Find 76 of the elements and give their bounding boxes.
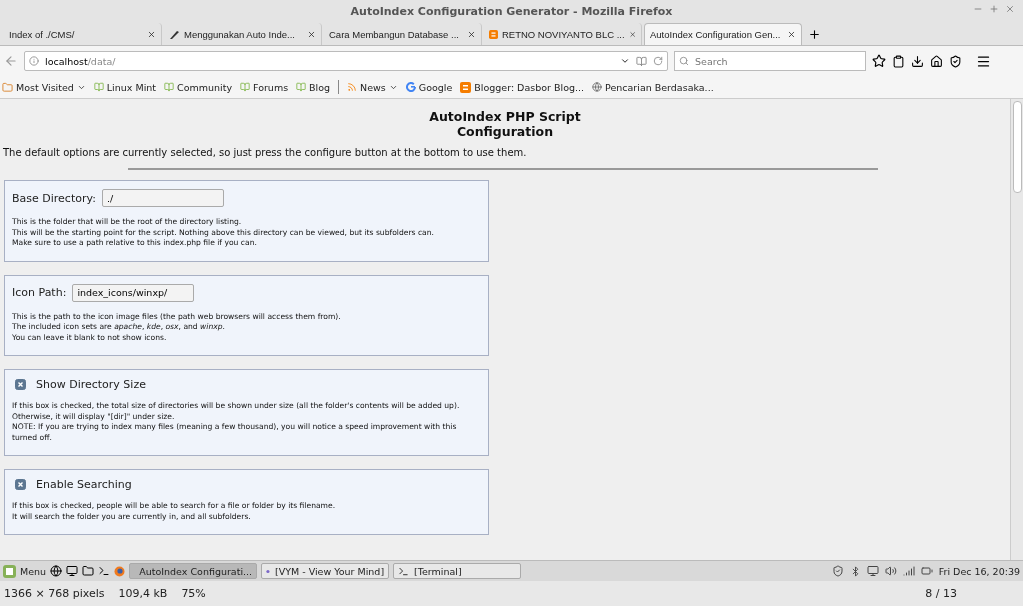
close-icon[interactable] [1005,4,1015,14]
text-field[interactable]: ./ [101,189,224,207]
new-tab-icon[interactable] [808,28,821,41]
menu-button[interactable]: Menu [20,565,47,577]
blogger-icon [489,28,498,40]
bookmark-item[interactable]: Forums [240,81,289,93]
scrollbar-thumb[interactable] [1012,101,1022,193]
clipboard-icon[interactable] [892,54,905,68]
dimensions-text: 1366 × 768 pixels [4,587,105,600]
shield-icon [831,565,844,577]
battery-icon [920,565,933,577]
clock-text: Fri Dec 16, 20:39 [938,565,1020,577]
bookmark-item[interactable]: Google [405,81,453,93]
checkbox[interactable] [15,479,26,490]
zoom-text: 75% [181,587,206,600]
taskbar-window[interactable]: AutoIndex Configurati... [129,563,258,579]
blogger-icon [460,81,472,93]
folder-icon [2,81,13,93]
dropdown-icon[interactable] [620,56,630,66]
g-logo-icon [405,82,416,92]
close-icon[interactable] [307,29,316,39]
menu-icon[interactable] [976,53,991,69]
checkbox-label: Enable Searching [36,478,132,491]
bookmark-item[interactable]: Linux Mint [93,81,157,93]
text-field[interactable]: index_icons/winxp/ [72,283,195,302]
browser-tab[interactable]: Index of ./CMS/ [4,23,162,45]
page-icon [93,82,104,92]
firefox-icon [114,565,126,577]
pen-icon [169,28,180,40]
bookmark-item[interactable]: Blogger: Dasbor Blog... [460,81,585,93]
taskbar-window[interactable]: [VYM - View Your Mind] [261,563,390,579]
search-field[interactable]: Search [674,51,866,71]
close-icon[interactable] [787,30,796,39]
monitor-icon [866,565,879,577]
reader-icon[interactable] [636,55,647,67]
terminal-icon[interactable] [98,565,111,577]
volume-icon [884,565,897,577]
url-text: localhost/data/ [45,55,117,67]
taskbar-window[interactable]: [Terminal] [393,563,522,579]
page-icon [296,82,307,92]
counter-text: 8 / 13 [925,587,957,600]
browser-tab[interactable]: Cara Membangun Database ... [324,23,482,45]
feed-icon [347,82,358,92]
close-icon[interactable] [628,29,636,39]
page-icon [240,82,250,92]
address-field[interactable]: localhost/data/ [24,51,668,71]
bookmark-item[interactable]: Community [164,81,232,93]
globe-icon[interactable] [50,565,63,577]
checkbox[interactable] [15,379,26,390]
info-icon [29,56,39,66]
search-icon [679,56,689,66]
page-heading: AutoIndex PHP Script Configuration [428,109,582,139]
field-label: Base Directory: [12,191,96,205]
home-icon[interactable] [930,54,943,68]
checkbox-label: Show Directory Size [36,378,146,391]
bookmark-item[interactable]: Blog [296,81,331,93]
close-icon[interactable] [467,29,476,39]
field-label: Icon Path: [12,286,67,299]
bookmark-item[interactable]: News [347,81,398,93]
window-title: AutoIndex Configuration Generator - Mozilla Firefox [350,4,673,18]
browser-tab[interactable]: AutoIndex Configuration Gen... [644,23,802,45]
terminal-icon [398,565,410,577]
bookmark-item[interactable]: Pencarian Berdasaka... [592,81,714,93]
page-icon [164,82,175,92]
search-input[interactable]: Search [693,54,857,68]
intro-text: The default options are currently selected, so just press the configure button at the bottom to use them. [3,147,528,158]
monitor-icon[interactable] [66,565,79,577]
bookmark-star-icon[interactable] [872,54,886,68]
folder-icon[interactable] [82,565,95,577]
globe-icon [592,82,603,92]
bookmark-item[interactable]: Most Visited [2,81,86,93]
size-text: 109,4 kB [118,587,168,600]
download-icon[interactable] [911,54,924,68]
browser-tab[interactable]: Menggunakan Auto Inde... [164,23,322,45]
close-icon[interactable] [147,29,156,39]
browser-tab[interactable]: RETNO NOVIYANTO BLC ... [484,23,642,45]
